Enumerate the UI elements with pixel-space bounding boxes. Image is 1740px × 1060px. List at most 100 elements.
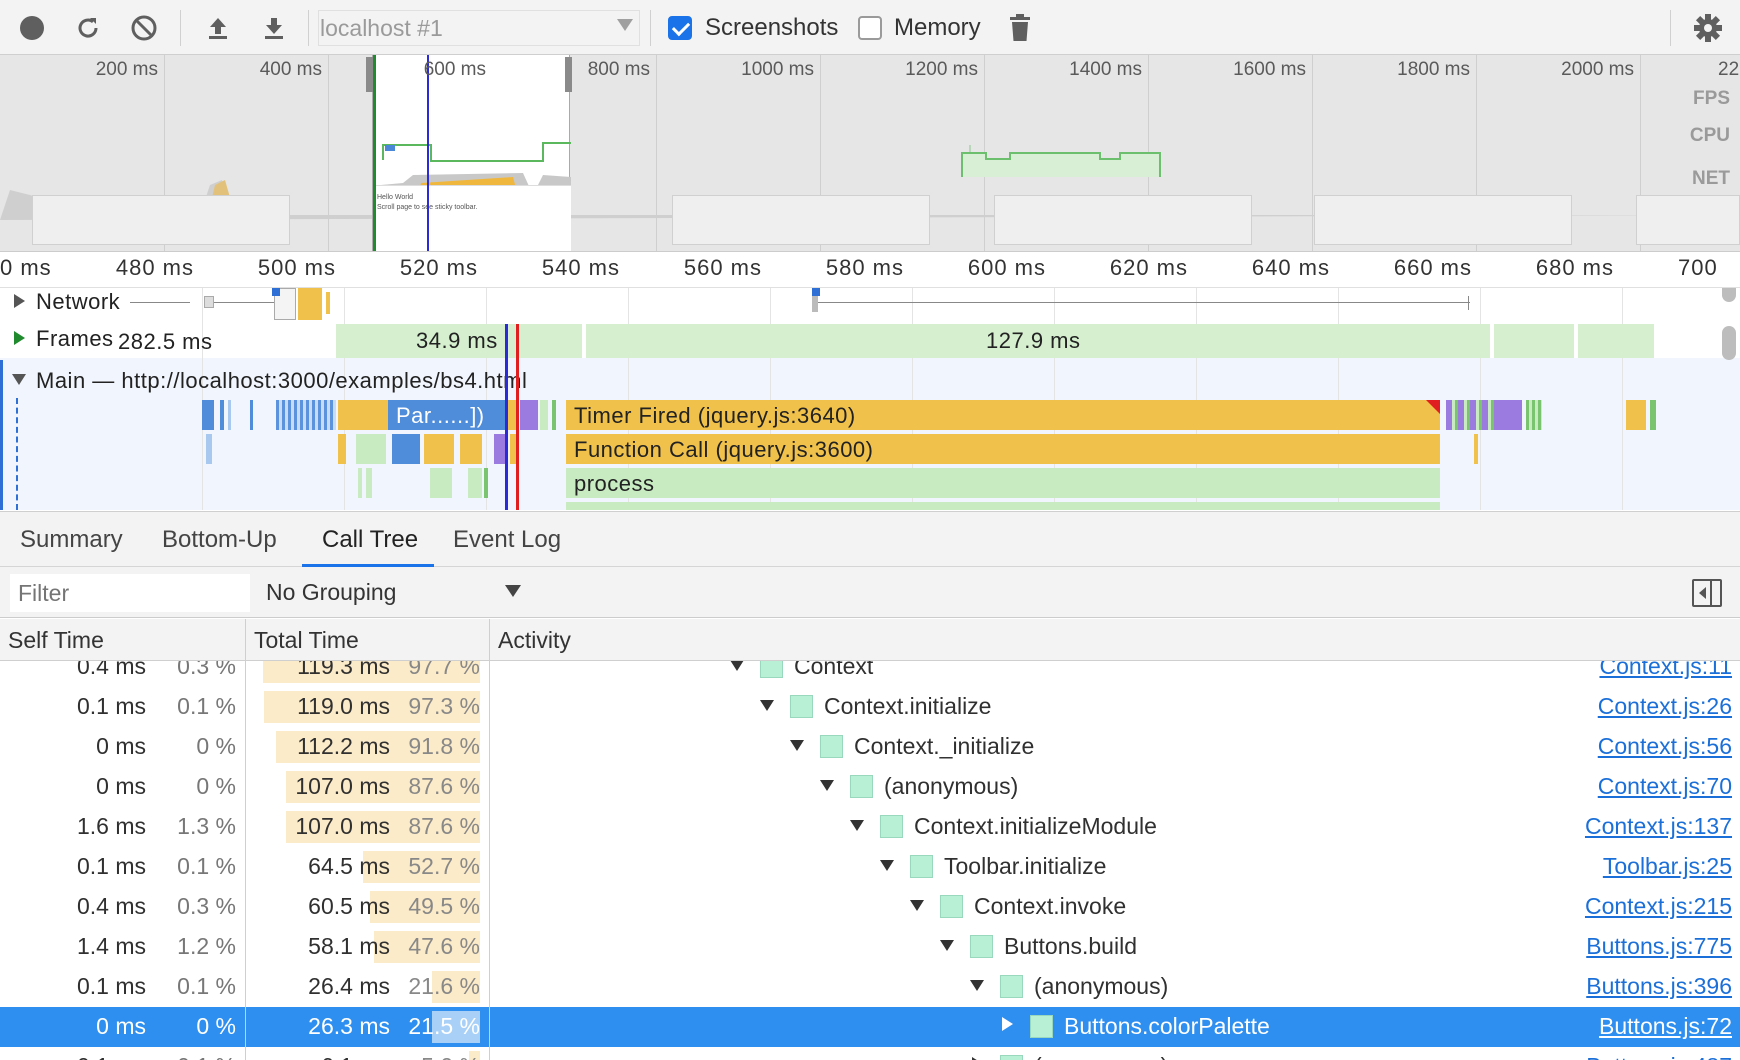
table-row[interactable]: 0.1 ms 0.1 % 64.5 ms 52.7 % Toolbar.initiali… — [0, 847, 1740, 887]
overview-scrollbar[interactable] — [1722, 288, 1736, 302]
category-swatch-icon — [760, 661, 783, 678]
load-profile-button[interactable] — [200, 10, 236, 46]
source-link[interactable]: Buttons.js:775 — [1586, 933, 1732, 960]
save-profile-button[interactable] — [256, 10, 292, 46]
table-row[interactable]: 0.1 ms 0.1 % 119.0 ms 97.3 % Context.initial… — [0, 687, 1740, 727]
toggle-sidebar-button[interactable] — [1692, 579, 1722, 607]
grouping-select[interactable]: No Grouping — [266, 579, 396, 606]
filmstrip-frame[interactable] — [672, 195, 930, 245]
collapse-arrow-icon[interactable] — [760, 700, 774, 711]
timeline-overview[interactable]: Hello World Scroll page to see sticky to… — [0, 55, 1740, 251]
frame-block[interactable] — [1578, 324, 1654, 358]
parse-html-block[interactable]: Par......]) — [388, 400, 506, 430]
total-time-percent: 87.6 % — [408, 773, 480, 799]
source-link[interactable]: Buttons.js:72 — [1599, 1013, 1732, 1040]
category-swatch-icon — [970, 935, 993, 958]
collapse-main-icon[interactable] — [12, 374, 26, 385]
memory-label[interactable]: Memory — [894, 14, 981, 42]
tab-event-log[interactable]: Event Log — [453, 526, 561, 554]
toolbar-separator — [308, 10, 309, 46]
call-tree-rows[interactable]: 0.4 ms 0.3 % 119.3 ms 97.7 % Context Context.… — [0, 661, 1740, 1060]
collapse-arrow-icon[interactable] — [730, 661, 744, 671]
expand-frames-icon[interactable] — [14, 331, 25, 345]
table-row[interactable]: 0 ms 0 % 107.0 ms 87.6 % (anonymous) Context.… — [0, 767, 1740, 807]
ruler-tick: 560 ms — [683, 255, 762, 280]
source-link[interactable]: Buttons.js:487 — [1586, 1053, 1732, 1060]
timer-fired-block[interactable]: Timer Fired (jquery.js:3640) — [566, 400, 1440, 430]
expand-arrow-icon[interactable] — [1002, 1017, 1013, 1031]
record-button[interactable] — [14, 10, 50, 46]
overview-tick: 800 ms — [587, 59, 650, 80]
settings-button[interactable] — [1690, 10, 1726, 46]
cpu-label: CPU — [1689, 125, 1730, 146]
collapse-arrow-icon[interactable] — [940, 940, 954, 951]
self-time-value: 0 ms — [96, 733, 146, 759]
source-link[interactable]: Context.js:56 — [1598, 733, 1732, 760]
source-link[interactable]: Context.js:137 — [1585, 813, 1732, 840]
filter-bar: No Grouping — [0, 567, 1740, 618]
table-row[interactable]: 0.1 ms 0.1 % 6.1 ms 5.0 % (anonymous) Buttons… — [0, 1047, 1740, 1060]
screenshots-label[interactable]: Screenshots — [705, 14, 838, 42]
source-link[interactable]: Context.js:70 — [1598, 773, 1732, 800]
source-link[interactable]: Context.js:215 — [1585, 893, 1732, 920]
filmstrip-frame[interactable] — [1314, 195, 1572, 245]
activity-header[interactable]: Activity — [498, 627, 571, 654]
self-time-header[interactable]: Self Time — [8, 627, 104, 654]
frame-block[interactable] — [1494, 324, 1574, 358]
source-link[interactable]: Context.js:26 — [1598, 693, 1732, 720]
expand-network-icon[interactable] — [14, 294, 25, 308]
total-time-percent: 97.3 % — [408, 693, 480, 719]
tab-call-tree[interactable]: Call Tree — [322, 526, 418, 554]
source-link[interactable]: Buttons.js:396 — [1586, 973, 1732, 1000]
clear-button[interactable] — [126, 10, 162, 46]
filmstrip-frame[interactable] — [32, 195, 290, 245]
frames-track-label[interactable]: Frames — [36, 326, 114, 352]
filmstrip-frame[interactable] — [994, 195, 1252, 245]
tab-summary[interactable]: Summary — [20, 526, 123, 554]
table-row[interactable]: 0 ms 0 % 26.3 ms 21.5 % Buttons.colorPalette… — [0, 1007, 1740, 1047]
table-row[interactable]: 0 ms 0 % 112.2 ms 91.8 % Context._initialize… — [0, 727, 1740, 767]
filmstrip-frame[interactable] — [1636, 195, 1740, 245]
table-row[interactable]: 0.4 ms 0.3 % 60.5 ms 49.5 % Context.invoke Co… — [0, 887, 1740, 927]
target-select[interactable]: localhost #1 — [318, 10, 640, 46]
process-block[interactable]: process — [566, 468, 1440, 498]
frame-block[interactable]: 34.9 ms — [336, 324, 582, 358]
overview-selection-window[interactable]: Hello World Scroll page to see sticky to… — [372, 55, 571, 251]
table-row[interactable]: 0.4 ms 0.3 % 119.3 ms 97.7 % Context Context.… — [0, 661, 1740, 687]
collapse-arrow-icon[interactable] — [880, 860, 894, 871]
self-time-value: 1.4 ms — [76, 933, 146, 959]
reload-record-button[interactable] — [70, 10, 106, 46]
sidebar-toggle-icon — [1699, 581, 1712, 605]
function-call-block[interactable]: Function Call (jquery.js:3600) — [566, 434, 1440, 464]
total-time-header[interactable]: Total Time — [254, 627, 359, 654]
ruler-tick: 680 ms — [1535, 255, 1614, 280]
table-row[interactable]: 1.6 ms 1.3 % 107.0 ms 87.6 % Context.initial… — [0, 807, 1740, 847]
long-task-marker — [1426, 400, 1440, 414]
table-row[interactable]: 1.4 ms 1.2 % 58.1 ms 47.6 % Buttons.build But… — [0, 927, 1740, 967]
collect-garbage-button[interactable] — [1002, 10, 1038, 46]
filter-input[interactable] — [10, 574, 250, 612]
screenshots-checkbox[interactable] — [668, 16, 692, 40]
network-track-label[interactable]: Network — [36, 289, 120, 315]
tab-bottom-up[interactable]: Bottom-Up — [162, 526, 277, 554]
source-link[interactable]: Toolbar.js:25 — [1603, 853, 1732, 880]
frame-block[interactable]: 127.9 ms — [586, 324, 1490, 358]
collapse-arrow-icon[interactable] — [850, 820, 864, 831]
chevron-down-icon[interactable] — [505, 585, 521, 597]
memory-checkbox[interactable] — [858, 16, 882, 40]
collapse-arrow-icon[interactable] — [790, 740, 804, 751]
self-time-percent: 0 % — [196, 1013, 236, 1039]
collapse-arrow-icon[interactable] — [820, 780, 834, 791]
self-time-value: 0 ms — [96, 1013, 146, 1039]
collapse-arrow-icon[interactable] — [970, 980, 984, 991]
flamechart-scrollbar[interactable] — [1722, 326, 1736, 360]
source-link[interactable]: Context.js:11 — [1599, 661, 1732, 680]
table-row[interactable]: 0.1 ms 0.1 % 26.4 ms 21.6 % (anonymous) Butto… — [0, 967, 1740, 1007]
flamechart[interactable]: Network Frames 282.5 ms 34.9 ms 127.9 ms… — [0, 288, 1740, 510]
category-swatch-icon — [910, 855, 933, 878]
main-track-label[interactable]: Main — http://localhost:3000/examples/bs… — [36, 368, 527, 394]
collapse-arrow-icon[interactable] — [910, 900, 924, 911]
self-time-percent: 0.3 % — [177, 893, 236, 919]
toolbar-separator — [1670, 10, 1671, 46]
activity-name: Context — [794, 661, 874, 679]
